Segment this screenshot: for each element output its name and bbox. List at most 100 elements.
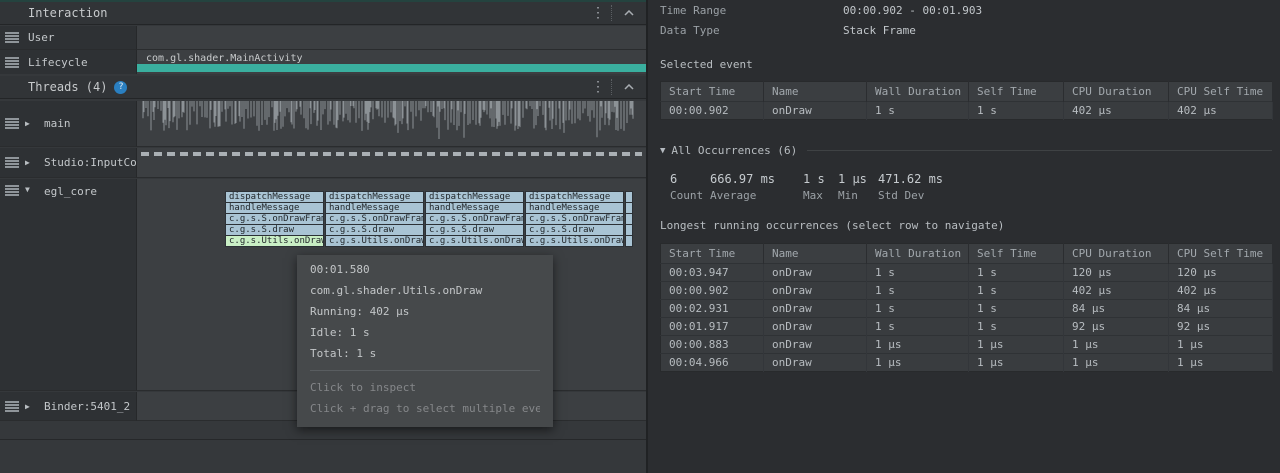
table-row[interactable]: 00:02.931onDraw1 s1 s84 µs84 µs bbox=[661, 300, 1273, 318]
table-cell: onDraw bbox=[764, 282, 867, 300]
interaction-row-lifecycle: Lifecycle com.gl.shader.MainActivity bbox=[0, 50, 646, 74]
expand-arrow-icon[interactable]: ▼ bbox=[25, 185, 37, 194]
table-cell: onDraw bbox=[764, 102, 867, 120]
tooltip-timestamp: 00:01.580 bbox=[310, 263, 540, 276]
flame-event[interactable] bbox=[625, 235, 633, 247]
collapse-chevron-icon[interactable] bbox=[612, 84, 646, 90]
column-header[interactable]: Self Time bbox=[969, 244, 1064, 264]
threads-interaction-panel: Interaction ⋮ User Lifecycle bbox=[0, 0, 648, 473]
table-cell: 1 s bbox=[867, 102, 969, 120]
column-header[interactable]: Wall Duration bbox=[867, 244, 969, 264]
table-row[interactable]: 00:01.917onDraw1 s1 s92 µs92 µs bbox=[661, 318, 1273, 336]
main-thread-track[interactable] bbox=[137, 101, 646, 147]
analysis-panel: Time Range 00:00.902 - 00:01.903 Data Ty… bbox=[650, 0, 1280, 473]
drag-handle-icon[interactable] bbox=[5, 118, 19, 129]
table-cell: 00:02.931 bbox=[661, 300, 764, 318]
stat-max-value: 1 s bbox=[803, 172, 825, 186]
stat-stddev: 471.62 ms Std Dev bbox=[878, 172, 943, 202]
stat-count-label: Count bbox=[670, 189, 703, 202]
user-track[interactable] bbox=[137, 26, 646, 50]
column-header[interactable]: Start Time bbox=[661, 244, 764, 264]
inputcon-thread-label-text: Studio:InputCon bbox=[44, 156, 143, 169]
flame-event[interactable]: c.g.s.Utils.onDraw bbox=[525, 235, 624, 247]
occurrence-stats: 6 Count 666.97 ms Average 1 s Max 1 µs M… bbox=[650, 172, 1262, 206]
table-cell: 402 µs bbox=[1064, 282, 1169, 300]
thread-sleep-state-line bbox=[141, 152, 642, 156]
flame-event[interactable]: c.g.s.Utils.onDraw bbox=[425, 235, 524, 247]
binder-thread-label: ▶ Binder:5401_2 bbox=[0, 392, 137, 421]
column-header[interactable]: CPU Self Time bbox=[1169, 82, 1273, 102]
column-header[interactable]: CPU Self Time bbox=[1169, 244, 1273, 264]
table-row[interactable]: 00:03.947onDraw1 s1 s120 µs120 µs bbox=[661, 264, 1273, 282]
table-cell: 1 s bbox=[969, 102, 1064, 120]
user-row-label: User bbox=[0, 26, 137, 50]
stat-max-label: Max bbox=[803, 189, 825, 202]
table-row[interactable]: 00:00.902onDraw1 s1 s402 µs402 µs bbox=[661, 282, 1273, 300]
main-thread-label-text: main bbox=[44, 117, 71, 130]
inputcon-thread-track[interactable] bbox=[137, 148, 646, 178]
selected-event-title: Selected event bbox=[660, 58, 753, 71]
table-cell: 1 s bbox=[969, 264, 1064, 282]
drag-handle-icon[interactable] bbox=[5, 32, 19, 43]
table-cell: 1 µs bbox=[969, 336, 1064, 354]
lifecycle-activity-name: com.gl.shader.MainActivity bbox=[146, 53, 303, 64]
flame-occurrence-column: dispatchMessagehandleMessagec.g.s.S.onDr… bbox=[425, 191, 524, 247]
expand-arrow-icon[interactable]: ▶ bbox=[25, 158, 37, 167]
lifecycle-track[interactable]: com.gl.shader.MainActivity bbox=[137, 50, 646, 74]
profiler-window: Interaction ⋮ User Lifecycle bbox=[0, 0, 1280, 473]
table-cell: 1 s bbox=[969, 300, 1064, 318]
table-row[interactable]: 00:00.902onDraw1 s1 s402 µs402 µs bbox=[661, 102, 1273, 120]
table-cell: 402 µs bbox=[1169, 282, 1273, 300]
selected-event-table: Start TimeNameWall DurationSelf TimeCPU … bbox=[660, 81, 1273, 120]
drag-handle-icon[interactable] bbox=[5, 157, 19, 168]
main-thread-label: ▶ main bbox=[0, 101, 137, 147]
threads-section-header: Threads (4) ? ⋮ bbox=[0, 76, 646, 99]
tooltip-idle: Idle: 1 s bbox=[310, 326, 540, 339]
column-header[interactable]: Wall Duration bbox=[867, 82, 969, 102]
table-row[interactable]: 00:04.966onDraw1 µs1 µs1 µs1 µs bbox=[661, 354, 1273, 372]
tooltip-running: Running: 402 µs bbox=[310, 305, 540, 318]
table-cell: 1 s bbox=[969, 318, 1064, 336]
kebab-menu-icon[interactable]: ⋮ bbox=[585, 5, 611, 21]
user-row-label-text: User bbox=[28, 31, 55, 44]
collapse-chevron-icon[interactable] bbox=[612, 10, 646, 16]
section-rule bbox=[807, 150, 1272, 151]
stat-min: 1 µs Min bbox=[838, 172, 867, 202]
binder-thread-label-text: Binder:5401_2 bbox=[44, 400, 130, 413]
drag-handle-icon[interactable] bbox=[5, 401, 19, 412]
stat-max: 1 s Max bbox=[803, 172, 825, 202]
flame-event-selected[interactable]: c.g.s.Utils.onDraw bbox=[225, 235, 324, 247]
collapse-triangle-icon[interactable]: ▼ bbox=[660, 146, 665, 156]
column-header[interactable]: CPU Duration bbox=[1064, 244, 1169, 264]
column-header[interactable]: Name bbox=[764, 82, 867, 102]
column-header[interactable]: Start Time bbox=[661, 82, 764, 102]
table-cell: 84 µs bbox=[1169, 300, 1273, 318]
table-cell: 1 s bbox=[867, 264, 969, 282]
thread-row-inputcon: ▶ Studio:InputCon bbox=[0, 148, 646, 178]
table-cell: 00:00.902 bbox=[661, 282, 764, 300]
threads-header-actions: ⋮ bbox=[585, 76, 646, 98]
stat-average-label: Average bbox=[710, 189, 775, 202]
drag-handle-icon[interactable] bbox=[5, 185, 19, 196]
table-cell: onDraw bbox=[764, 354, 867, 372]
kebab-menu-icon[interactable]: ⋮ bbox=[585, 79, 611, 95]
help-icon[interactable]: ? bbox=[114, 81, 127, 94]
table-row[interactable]: 00:00.883onDraw1 µs1 µs1 µs1 µs bbox=[661, 336, 1273, 354]
column-header[interactable]: Self Time bbox=[969, 82, 1064, 102]
table-cell: 1 µs bbox=[1064, 336, 1169, 354]
interaction-header-actions: ⋮ bbox=[585, 2, 646, 24]
drag-handle-icon[interactable] bbox=[5, 57, 19, 68]
threads-title: Threads (4) bbox=[28, 80, 107, 94]
expand-arrow-icon[interactable]: ▶ bbox=[25, 402, 37, 411]
data-type-value: Stack Frame bbox=[843, 24, 916, 37]
all-occurrences-header: ▼ All Occurrences (6) bbox=[660, 144, 1272, 157]
column-header[interactable]: Name bbox=[764, 244, 867, 264]
table-cell: 92 µs bbox=[1169, 318, 1273, 336]
flame-event[interactable]: c.g.s.Utils.onDraw bbox=[325, 235, 424, 247]
column-header[interactable]: CPU Duration bbox=[1064, 82, 1169, 102]
lifecycle-row-label-text: Lifecycle bbox=[28, 56, 88, 69]
time-range-value: 00:00.902 - 00:01.903 bbox=[843, 4, 982, 17]
lifecycle-activity-bar[interactable] bbox=[137, 64, 646, 72]
expand-arrow-icon[interactable]: ▶ bbox=[25, 119, 37, 128]
table-cell: 1 s bbox=[867, 318, 969, 336]
